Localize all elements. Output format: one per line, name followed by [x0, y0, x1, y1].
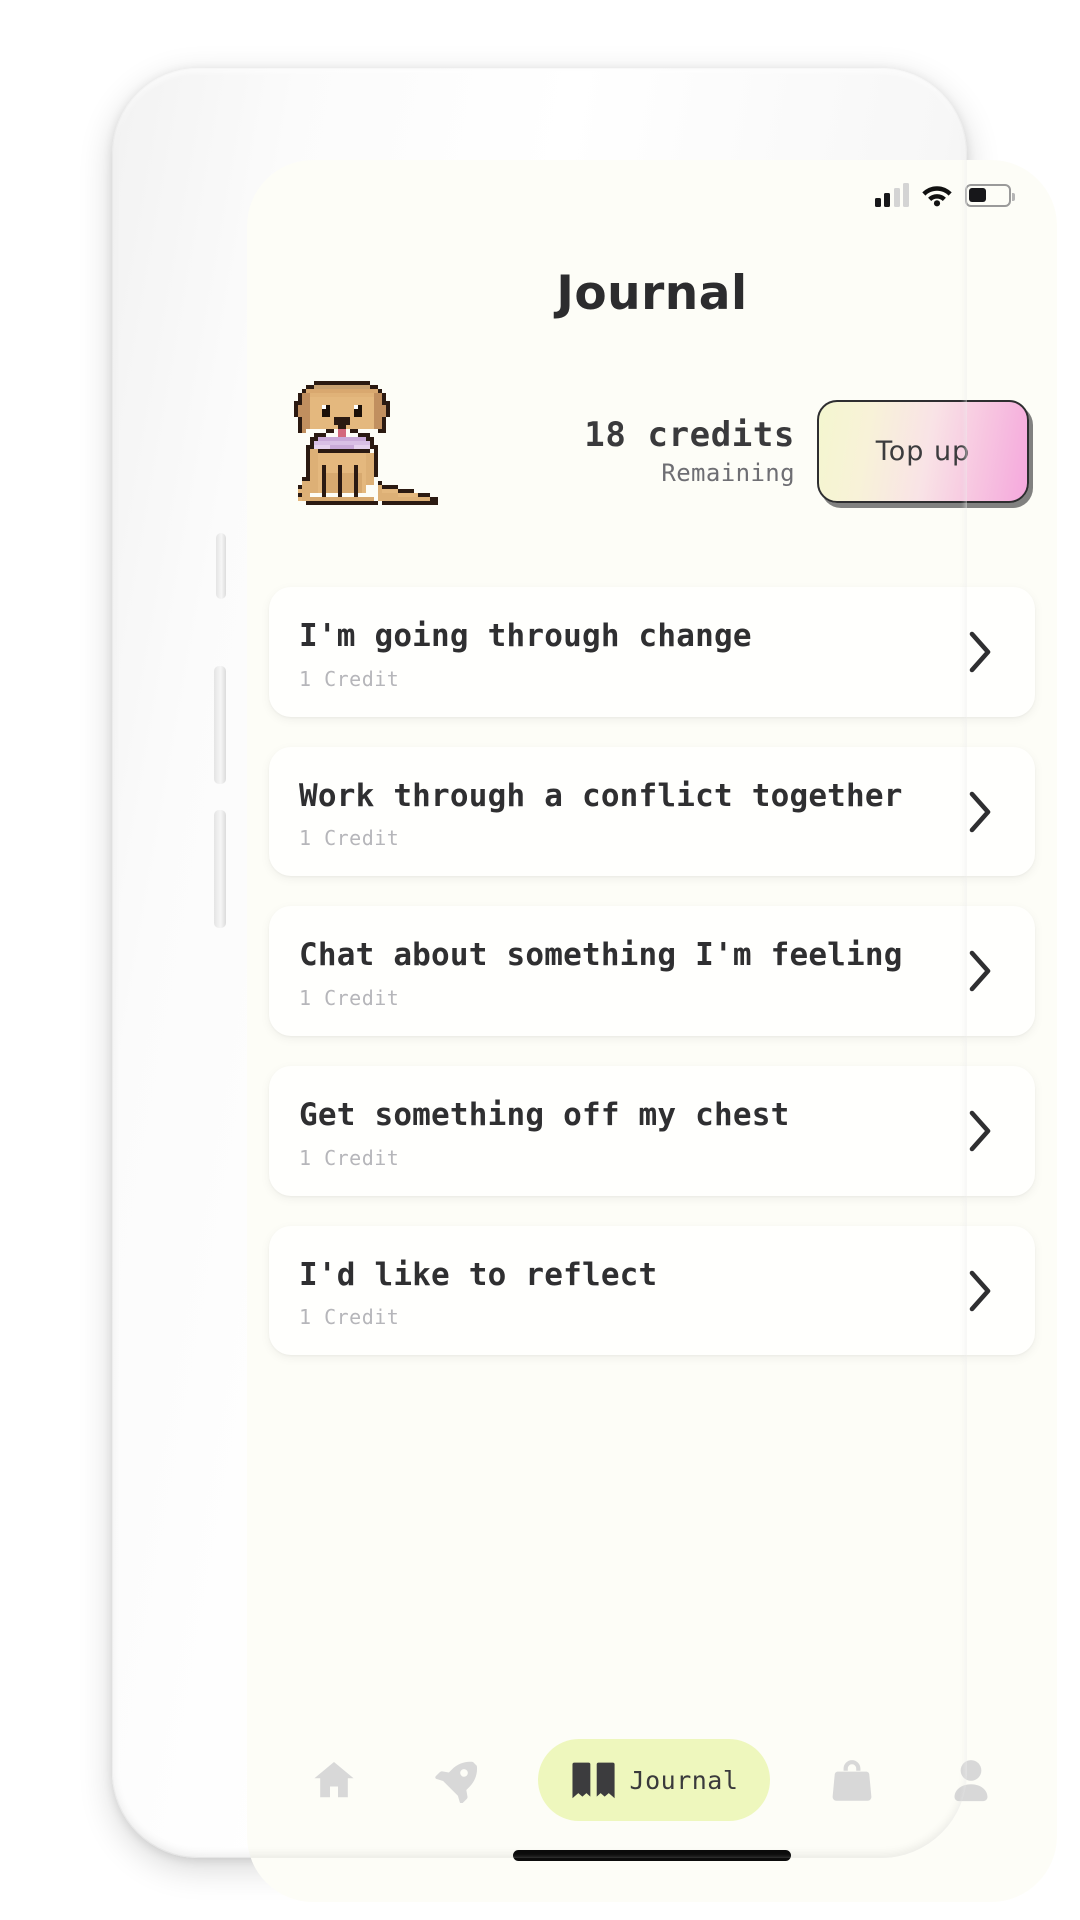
prompt-title: I'd like to reflect: [299, 1256, 658, 1293]
home-icon: [311, 1757, 357, 1803]
status-bar: [247, 160, 1057, 230]
tab-label: Journal: [629, 1765, 739, 1795]
silent-switch[interactable]: [216, 533, 226, 599]
top-up-button[interactable]: Top up: [817, 399, 1029, 503]
battery-icon: [965, 183, 1016, 207]
prompt-cost: 1 Credit: [299, 1305, 400, 1330]
pixel-dog-icon: [271, 367, 461, 535]
home-indicator-area: [247, 1850, 1057, 1902]
shopping-bag-icon: [830, 1757, 874, 1803]
chevron-right-icon[interactable]: [967, 790, 993, 834]
journal-prompt-card[interactable]: I'd like to reflect 1 Credit: [269, 1225, 1035, 1356]
credits-status: Remaining: [661, 459, 795, 488]
home-indicator[interactable]: [513, 1850, 791, 1861]
phone-screen: Journal 18 credits Remaining Top up I'm …: [247, 160, 1057, 1902]
tab-shop[interactable]: [814, 1739, 890, 1821]
prompt-title: Chat about something I'm feeling: [299, 937, 903, 974]
prompt-cost: 1 Credit: [299, 1145, 400, 1170]
screenshot-stage: Journal 18 credits Remaining Top up I'm …: [0, 0, 1080, 1920]
bottom-tab-bar: Journal: [247, 1710, 1057, 1850]
credits-section: 18 credits Remaining Top up: [247, 367, 1057, 535]
tab-profile[interactable]: [933, 1739, 1009, 1821]
volume-up-button[interactable]: [214, 666, 226, 784]
prompt-cost: 1 Credit: [299, 986, 400, 1011]
journal-prompt-card[interactable]: Get something off my chest 1 Credit: [269, 1066, 1035, 1196]
chevron-right-icon[interactable]: [967, 630, 993, 674]
credits-text-block: 18 credits Remaining: [461, 415, 817, 487]
chevron-right-icon[interactable]: [967, 1109, 993, 1153]
prompt-title: Work through a conflict together: [299, 777, 903, 814]
prompt-title: I'm going through change: [299, 618, 752, 654]
journal-prompt-card[interactable]: Chat about something I'm feeling 1 Credit: [269, 906, 1035, 1037]
person-icon: [949, 1757, 993, 1803]
chevron-right-icon[interactable]: [967, 1269, 993, 1313]
prompt-cost: 1 Credit: [299, 666, 400, 691]
prompt-cost: 1 Credit: [299, 826, 400, 851]
volume-down-button[interactable]: [214, 810, 226, 928]
tab-home[interactable]: [295, 1739, 373, 1821]
page-title: Journal: [556, 266, 748, 321]
open-book-icon: [570, 1760, 616, 1800]
phone-frame: Journal 18 credits Remaining Top up I'm …: [112, 68, 1057, 1902]
signal-bars-icon: [874, 183, 909, 207]
wifi-icon: [922, 186, 952, 207]
journal-prompt-card[interactable]: I'm going through change 1 Credit: [269, 587, 1035, 717]
tab-explore[interactable]: [416, 1739, 494, 1821]
journal-prompt-card[interactable]: Work through a conflict together 1 Credit: [269, 746, 1035, 877]
prompt-title: Get something off my chest: [299, 1097, 790, 1134]
tab-journal[interactable]: Journal: [537, 1739, 771, 1821]
journal-prompt-list: I'm going through change 1 Credit Work thr…: [247, 587, 1057, 1710]
credits-amount: 18 credits: [584, 414, 795, 455]
rocket-icon: [432, 1757, 478, 1803]
chevron-right-icon[interactable]: [967, 949, 993, 993]
